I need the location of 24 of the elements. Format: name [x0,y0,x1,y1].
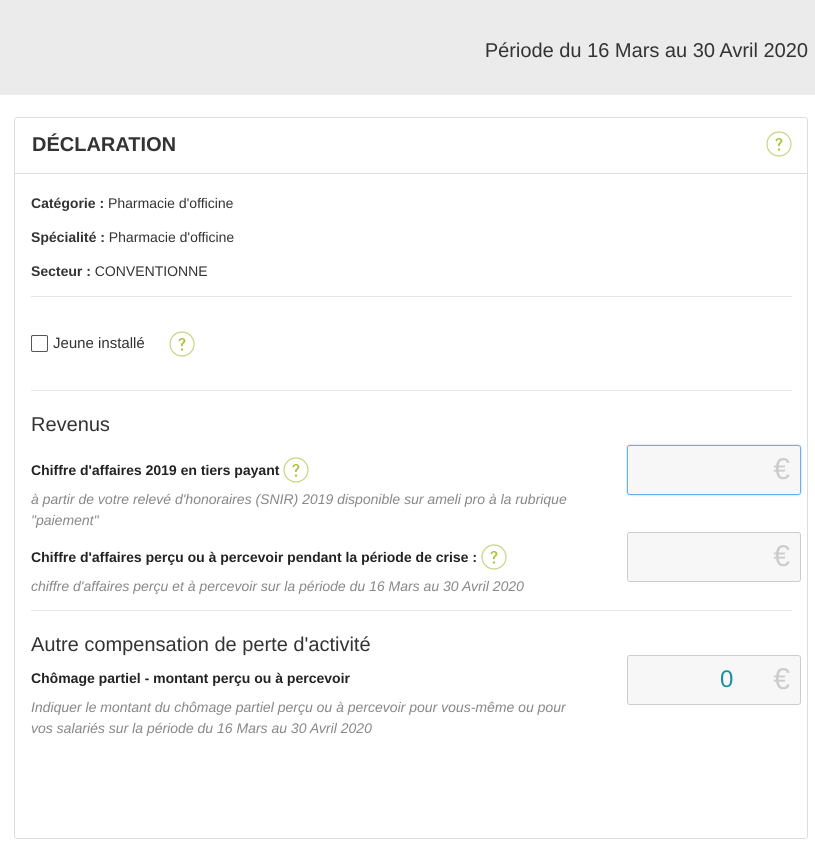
info-line: Secteur : CONVENTIONNE [31,262,209,281]
help-icon[interactable] [283,457,310,483]
checkbox-label[interactable]: Jeune installé [31,335,145,352]
euro-sign: € [773,453,790,487]
amount-field[interactable]: 0 € [627,655,801,705]
field-hint: à partir de votre relevé d'honoraires (SNIR) 2019 disponible sur ameli pro à la rubrique "paiement" [31,490,568,530]
info-line: Spécialité : Pharmacie d'officine [31,228,236,247]
field-label: Chiffre d'affaires perçu ou à percevoir pendant la période de crise : [31,549,478,565]
info-line: Catégorie : Pharmacie d'officine [31,194,234,213]
checkbox[interactable] [31,335,48,352]
section-title: Revenus [31,413,111,437]
checkbox-text: Jeune installé [53,335,145,352]
section-title: Autre compensation de perte d'activité [31,633,372,657]
field-label: Chiffre d'affaires 2019 en tiers payant [31,462,280,478]
card-title: DÉCLARATION [32,134,176,157]
help-icon[interactable] [168,330,195,356]
field-hint: Indiquer le montant du chômage partiel perçu ou à percevoir pour vous-même ou pour vos salariés sur la période du 16 Mars au 30 Avril 2020 [31,698,567,738]
field-label: Chômage partiel - montant perçu ou à percevoir [31,670,350,686]
help-icon[interactable] [481,544,508,570]
help-icon[interactable] [766,130,792,156]
euro-sign: € [773,663,790,697]
euro-sign: € [773,540,790,574]
period-title: Période du 16 Mars au 30 Avril 2020 [484,40,808,63]
field-hint: chiffre d'affaires perçu et à percevoir sur la période du 16 Mars au 30 Avril 2020 [31,577,525,596]
